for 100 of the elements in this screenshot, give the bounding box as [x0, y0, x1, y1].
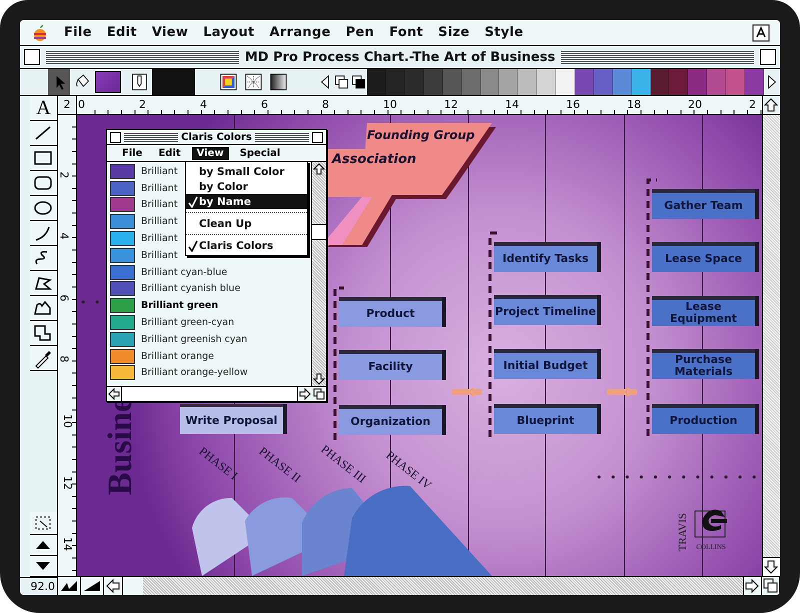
- menu-item[interactable]: Clean Up: [186, 216, 307, 231]
- color-swatch[interactable]: [110, 164, 135, 179]
- menu-item[interactable]: Edit: [153, 146, 186, 160]
- color-name[interactable]: Brilliant: [141, 250, 178, 261]
- rectangle-tool-icon[interactable]: [30, 146, 57, 171]
- color-name[interactable]: Brilliant: [141, 166, 178, 177]
- color-swatch[interactable]: [110, 214, 135, 230]
- oval-tool-icon[interactable]: [30, 196, 57, 221]
- menu-item[interactable]: Special: [234, 146, 286, 160]
- freehand-tool-icon[interactable]: [30, 246, 57, 271]
- color-name[interactable]: Brilliant: [141, 233, 178, 244]
- ruler-number: 6: [58, 294, 70, 302]
- gradient-icon[interactable]: [268, 71, 288, 93]
- freeform-tool-icon[interactable]: [30, 296, 57, 321]
- ruler-number: 20: [688, 97, 702, 113]
- arc-tool-icon[interactable]: [30, 221, 57, 246]
- eyedropper-tool-icon[interactable]: [30, 346, 57, 371]
- menu-item[interactable]: Arrange: [270, 25, 331, 40]
- scroll-down-icon[interactable]: [312, 372, 326, 386]
- line-tool-icon[interactable]: [30, 121, 57, 146]
- menu-item[interactable]: Edit: [106, 25, 137, 40]
- menu-item[interactable]: Pen: [346, 25, 374, 40]
- color-swatch[interactable]: [110, 365, 135, 380]
- pattern-icon[interactable]: [244, 71, 263, 93]
- horizontal-scrollbar[interactable]: [143, 577, 744, 595]
- scroll-up-icon[interactable]: [762, 96, 780, 114]
- color-name[interactable]: Brilliant green: [141, 300, 218, 312]
- color-name[interactable]: Brilliant: [141, 216, 178, 228]
- ruler-number: 12: [61, 476, 73, 490]
- color-chart-icon[interactable]: [219, 71, 238, 93]
- line-style-icon[interactable]: [58, 577, 81, 595]
- text-tool[interactable]: A: [30, 96, 57, 121]
- ruler-number: 16: [566, 97, 580, 113]
- color-name[interactable]: Brilliant orange: [141, 350, 214, 362]
- color-swatch[interactable]: [110, 315, 135, 330]
- color-name[interactable]: Brilliant greenish cyan: [141, 334, 248, 345]
- color-swatch[interactable]: [110, 264, 135, 280]
- menu-item[interactable]: by Small Color: [186, 164, 307, 179]
- ruler-number: 2: [58, 171, 70, 178]
- color-swatch[interactable]: [110, 281, 135, 296]
- color-name[interactable]: Brilliant green-cyan: [141, 317, 234, 328]
- pen-icon[interactable]: [130, 71, 150, 93]
- color-name[interactable]: Brilliant: [141, 199, 178, 210]
- menu-item[interactable]: File: [117, 146, 148, 160]
- color-name[interactable]: Brilliant orange-yellow: [141, 367, 248, 378]
- ruler-number: 14: [61, 537, 73, 552]
- color-name[interactable]: Brilliant: [141, 182, 178, 194]
- color-swatch[interactable]: [110, 180, 135, 196]
- vertical-scrollbar[interactable]: [311, 162, 326, 386]
- menu-item[interactable]: by Name: [186, 194, 307, 209]
- size-box-icon[interactable]: [312, 387, 326, 401]
- application-icon[interactable]: [752, 24, 770, 42]
- menu-item[interactable]: by Color: [186, 179, 307, 194]
- menu-item[interactable]: Claris Colors: [186, 238, 307, 253]
- color-swatch[interactable]: [110, 298, 135, 314]
- color-name[interactable]: Brilliant cyan-blue: [141, 266, 228, 278]
- ruler-number: 14: [505, 97, 519, 113]
- menu-item[interactable]: View: [192, 146, 229, 160]
- vertical-scrollbar[interactable]: [762, 115, 780, 576]
- color-swatch[interactable]: [110, 248, 135, 263]
- rounded-rectangle-tool-icon[interactable]: [30, 171, 57, 196]
- scroll-left-icon[interactable]: [104, 577, 123, 595]
- zoom-out-icon[interactable]: [30, 556, 57, 577]
- horizontal-scrollbar[interactable]: [121, 387, 298, 401]
- pen-swatch[interactable]: [152, 69, 196, 95]
- zoom-box[interactable]: [760, 49, 776, 65]
- scroll-up-icon[interactable]: [312, 162, 326, 176]
- color-swatch[interactable]: [110, 231, 135, 246]
- reshape-tool-icon[interactable]: [30, 512, 57, 535]
- close-box[interactable]: [110, 132, 121, 142]
- arrow-tool-icon[interactable]: [48, 69, 70, 95]
- close-box[interactable]: [24, 49, 40, 65]
- window-title: Claris Colors: [181, 132, 252, 142]
- check-icon: [188, 196, 198, 208]
- menu-item[interactable]: View: [152, 25, 188, 40]
- menu-item[interactable]: Font: [389, 25, 424, 40]
- color-swatch[interactable]: [110, 332, 135, 347]
- scroll-down-icon[interactable]: [763, 557, 780, 576]
- zoom-in-icon[interactable]: [30, 535, 57, 556]
- polygon-tool-icon[interactable]: [30, 271, 57, 296]
- scroll-thumb[interactable]: [312, 224, 326, 240]
- menu-item[interactable]: Style: [484, 25, 524, 40]
- scroll-right-icon[interactable]: [298, 387, 312, 401]
- zoom-box[interactable]: [312, 132, 324, 142]
- banner-subheading: Association: [332, 152, 416, 167]
- menu-item[interactable]: File: [64, 25, 92, 40]
- scroll-right-icon[interactable]: [744, 577, 762, 595]
- apple-icon[interactable]: [32, 24, 48, 42]
- size-box-icon[interactable]: [762, 577, 780, 595]
- check-icon: [188, 240, 198, 252]
- right-angle-tool-icon[interactable]: [30, 321, 57, 346]
- menu-item[interactable]: Size: [438, 25, 470, 40]
- color-swatch[interactable]: [110, 348, 135, 364]
- color-swatch[interactable]: [110, 197, 135, 212]
- scroll-left-icon[interactable]: [107, 387, 121, 401]
- menu-item[interactable]: Layout: [203, 25, 255, 40]
- color-name[interactable]: Brilliant cyanish blue: [141, 283, 240, 294]
- ruler-number: 12: [444, 97, 458, 113]
- fill-swatch[interactable]: [95, 71, 122, 93]
- title-bar-stripes: [254, 132, 310, 142]
